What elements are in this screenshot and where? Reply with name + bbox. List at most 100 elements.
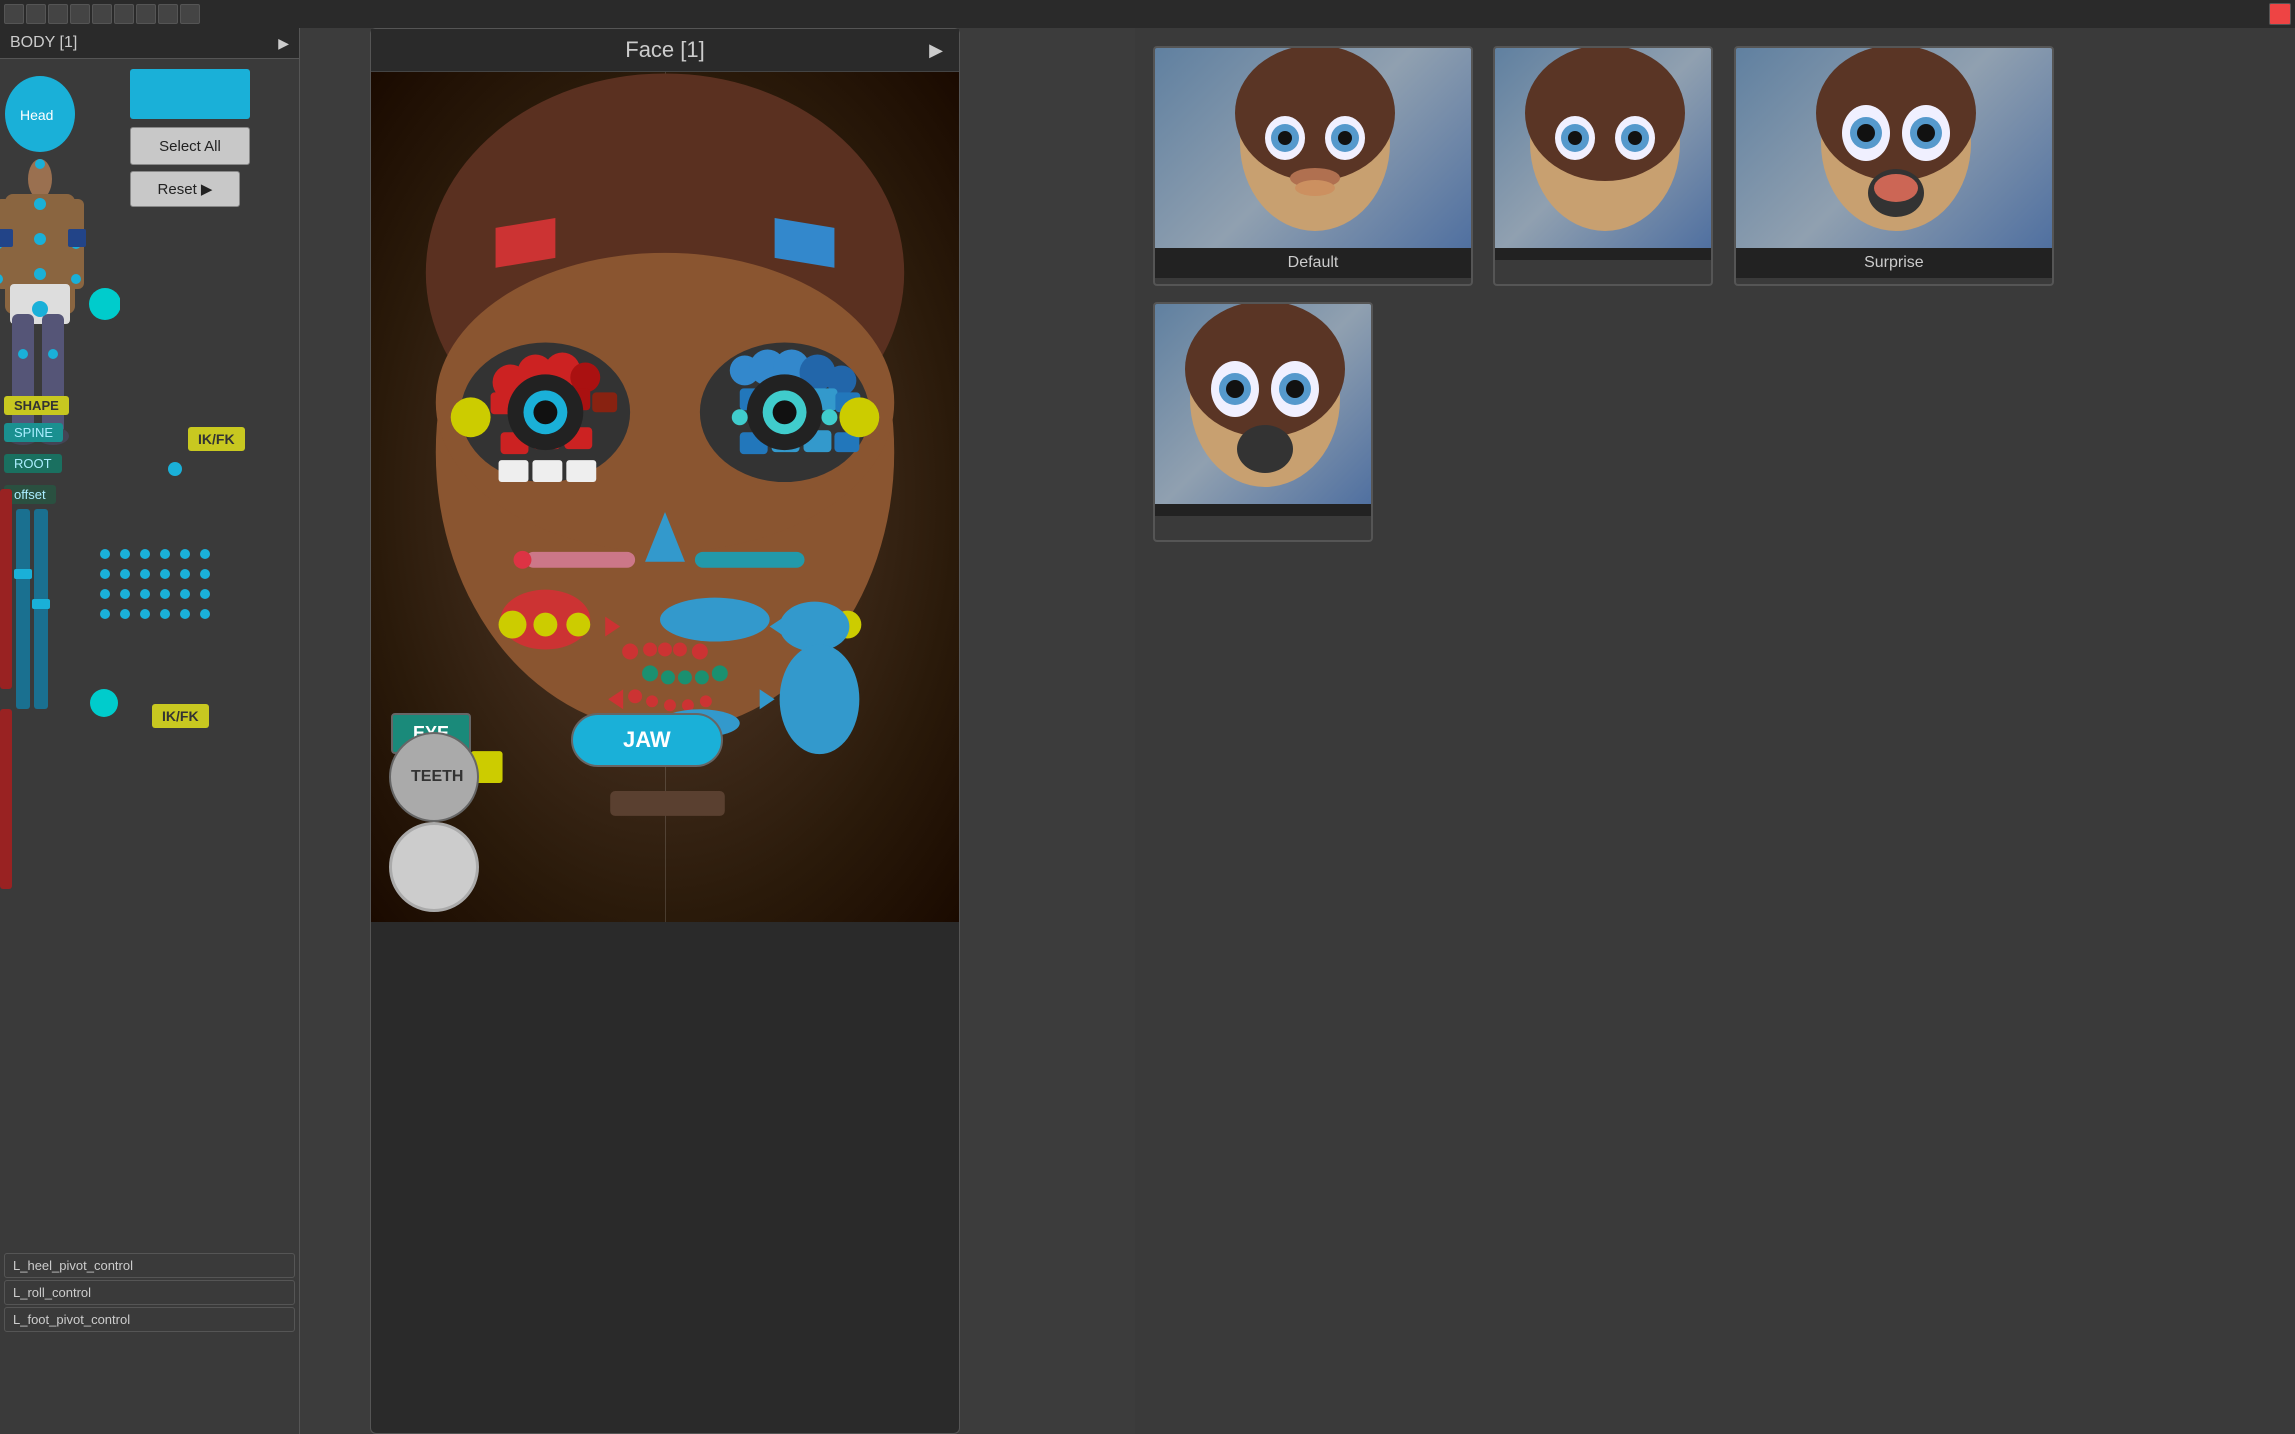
lip-ctrl-4[interactable] [673,643,687,657]
ikfk-top-button[interactable]: IK/FK [188,427,245,451]
foot-pivot-control-label[interactable]: L_foot_pivot_control [4,1307,295,1332]
lower-lip-ctrl-1[interactable] [628,689,642,703]
dot-grid-cell[interactable] [120,609,130,619]
color-selector-button[interactable] [130,69,250,119]
dot-grid-cell[interactable] [180,549,190,559]
dot-grid-cell[interactable] [200,609,210,619]
lower-lip-ctrl-4[interactable] [682,699,694,711]
chin-ctrl-1[interactable] [642,665,658,681]
toolbar-icon-1[interactable] [4,4,24,24]
dot-grid-cell[interactable] [180,589,190,599]
right-eye-outer-ctrl[interactable] [839,397,879,437]
toolbar-icon-3[interactable] [48,4,68,24]
preset-card-image-surprise-2 [1155,304,1371,504]
toolbar-icon-6[interactable] [114,4,134,24]
dot-grid-cell[interactable] [200,569,210,579]
dot-grid-cell[interactable] [160,569,170,579]
right-lip-ctrl[interactable] [780,602,850,652]
preset-card-default-2[interactable] [1493,46,1713,286]
left-hand-main-control[interactable] [89,288,120,320]
lower-lip-ctrl-2[interactable] [646,695,658,707]
lip-ctrl-3[interactable] [658,643,672,657]
lip-ctrl-2[interactable] [643,643,657,657]
toolbar-icon-7[interactable] [136,4,156,24]
left-knee-control[interactable] [18,349,28,359]
preset-card-surprise-1[interactable]: Surprise [1734,46,2054,286]
chin-ctrl-3[interactable] [678,670,692,684]
select-all-button[interactable]: Select All [130,127,250,165]
mouth-left-mid-ctrl[interactable] [566,613,590,637]
left-panel-arrow[interactable]: ▶ [278,35,289,52]
dot-grid-cell[interactable] [160,609,170,619]
ikfk-bottom-button[interactable]: IK/FK [152,704,209,728]
dot-grid-cell[interactable] [100,589,110,599]
toolbar-icon-8[interactable] [158,4,178,24]
left-nose-end[interactable] [514,551,532,569]
teeth-lower-ctrl[interactable] [389,822,479,912]
spine-top-control[interactable] [34,198,46,210]
toolbar-icon-4[interactable] [70,4,90,24]
preset-card-default-1[interactable]: Default [1153,46,1473,286]
lower-lip-ctrl-3[interactable] [664,699,676,711]
right-knee-control[interactable] [48,349,58,359]
chin-ctrl-2[interactable] [661,670,675,684]
dot-grid-cell[interactable] [160,589,170,599]
blue-slider-2[interactable] [34,509,48,709]
teeth-button[interactable]: TEETH [389,732,479,822]
dot-grid-cell[interactable] [180,569,190,579]
mouth-left-inner-ctrl[interactable] [533,613,557,637]
dot-grid-cell[interactable] [140,549,150,559]
dot-grid-cell[interactable] [120,569,130,579]
dot-grid-cell[interactable] [120,589,130,599]
preset-card-image-default-2 [1495,48,1711,248]
roll-control-label[interactable]: L_roll_control [4,1280,295,1305]
right-nose-bar[interactable] [695,552,805,568]
right-eye-small-2[interactable] [821,409,837,425]
chin-ctrl-4[interactable] [695,670,709,684]
neck-control[interactable] [35,159,45,169]
left-mouth-corner-ctrl[interactable] [499,611,527,639]
red-slider-bottom[interactable] [0,709,12,889]
left-eye-outer-ctrl[interactable] [451,397,491,437]
toolbar-icon-2[interactable] [26,4,46,24]
dot-grid-cell[interactable] [180,609,190,619]
dot-grid-cell[interactable] [160,549,170,559]
body-control-dot[interactable] [168,462,182,476]
dot-grid-cell[interactable] [200,549,210,559]
dot-grid-cell[interactable] [120,549,130,559]
spine-mid-control[interactable] [34,233,46,245]
lower-lip-ctrl-5[interactable] [700,695,712,707]
dot-grid-cell[interactable] [140,589,150,599]
jaw-button[interactable]: JAW [571,713,723,767]
dot-grid-cell[interactable] [100,609,110,619]
right-chin-blob[interactable] [780,644,860,754]
left-brow-end-ctrl[interactable] [570,362,600,392]
left-nose-bar[interactable] [525,552,635,568]
spine-bot-control[interactable] [34,268,46,280]
right-wrist-control[interactable] [71,274,81,284]
upper-lip-ctrl[interactable] [660,598,770,642]
left-eyelid-4[interactable] [592,392,617,412]
toolbar-icon-5[interactable] [92,4,112,24]
dot-grid [100,549,214,623]
blue-slider-1[interactable] [16,509,30,709]
lip-ctrl-5[interactable] [692,644,708,660]
left-foot-main-control[interactable] [90,689,118,717]
dot-grid-cell[interactable] [140,569,150,579]
preset-card-surprise-2[interactable] [1153,302,1373,542]
red-slider[interactable] [0,489,12,689]
chin-ctrl-5[interactable] [712,665,728,681]
blue-slider-1-handle[interactable] [14,569,32,579]
face-panel-arrow[interactable]: ▶ [929,40,943,61]
dot-grid-cell[interactable] [100,569,110,579]
blue-slider-2-handle[interactable] [32,599,50,609]
lip-ctrl-1[interactable] [622,644,638,660]
hip-control[interactable] [32,301,48,317]
dot-grid-cell[interactable] [140,609,150,619]
dot-grid-cell[interactable] [100,549,110,559]
dot-grid-cell[interactable] [200,589,210,599]
toolbar-icon-9[interactable] [180,4,200,24]
heel-pivot-control-label[interactable]: L_heel_pivot_control [4,1253,295,1278]
reset-button[interactable]: Reset ▶ [130,171,240,207]
right-eye-small-1[interactable] [732,409,748,425]
